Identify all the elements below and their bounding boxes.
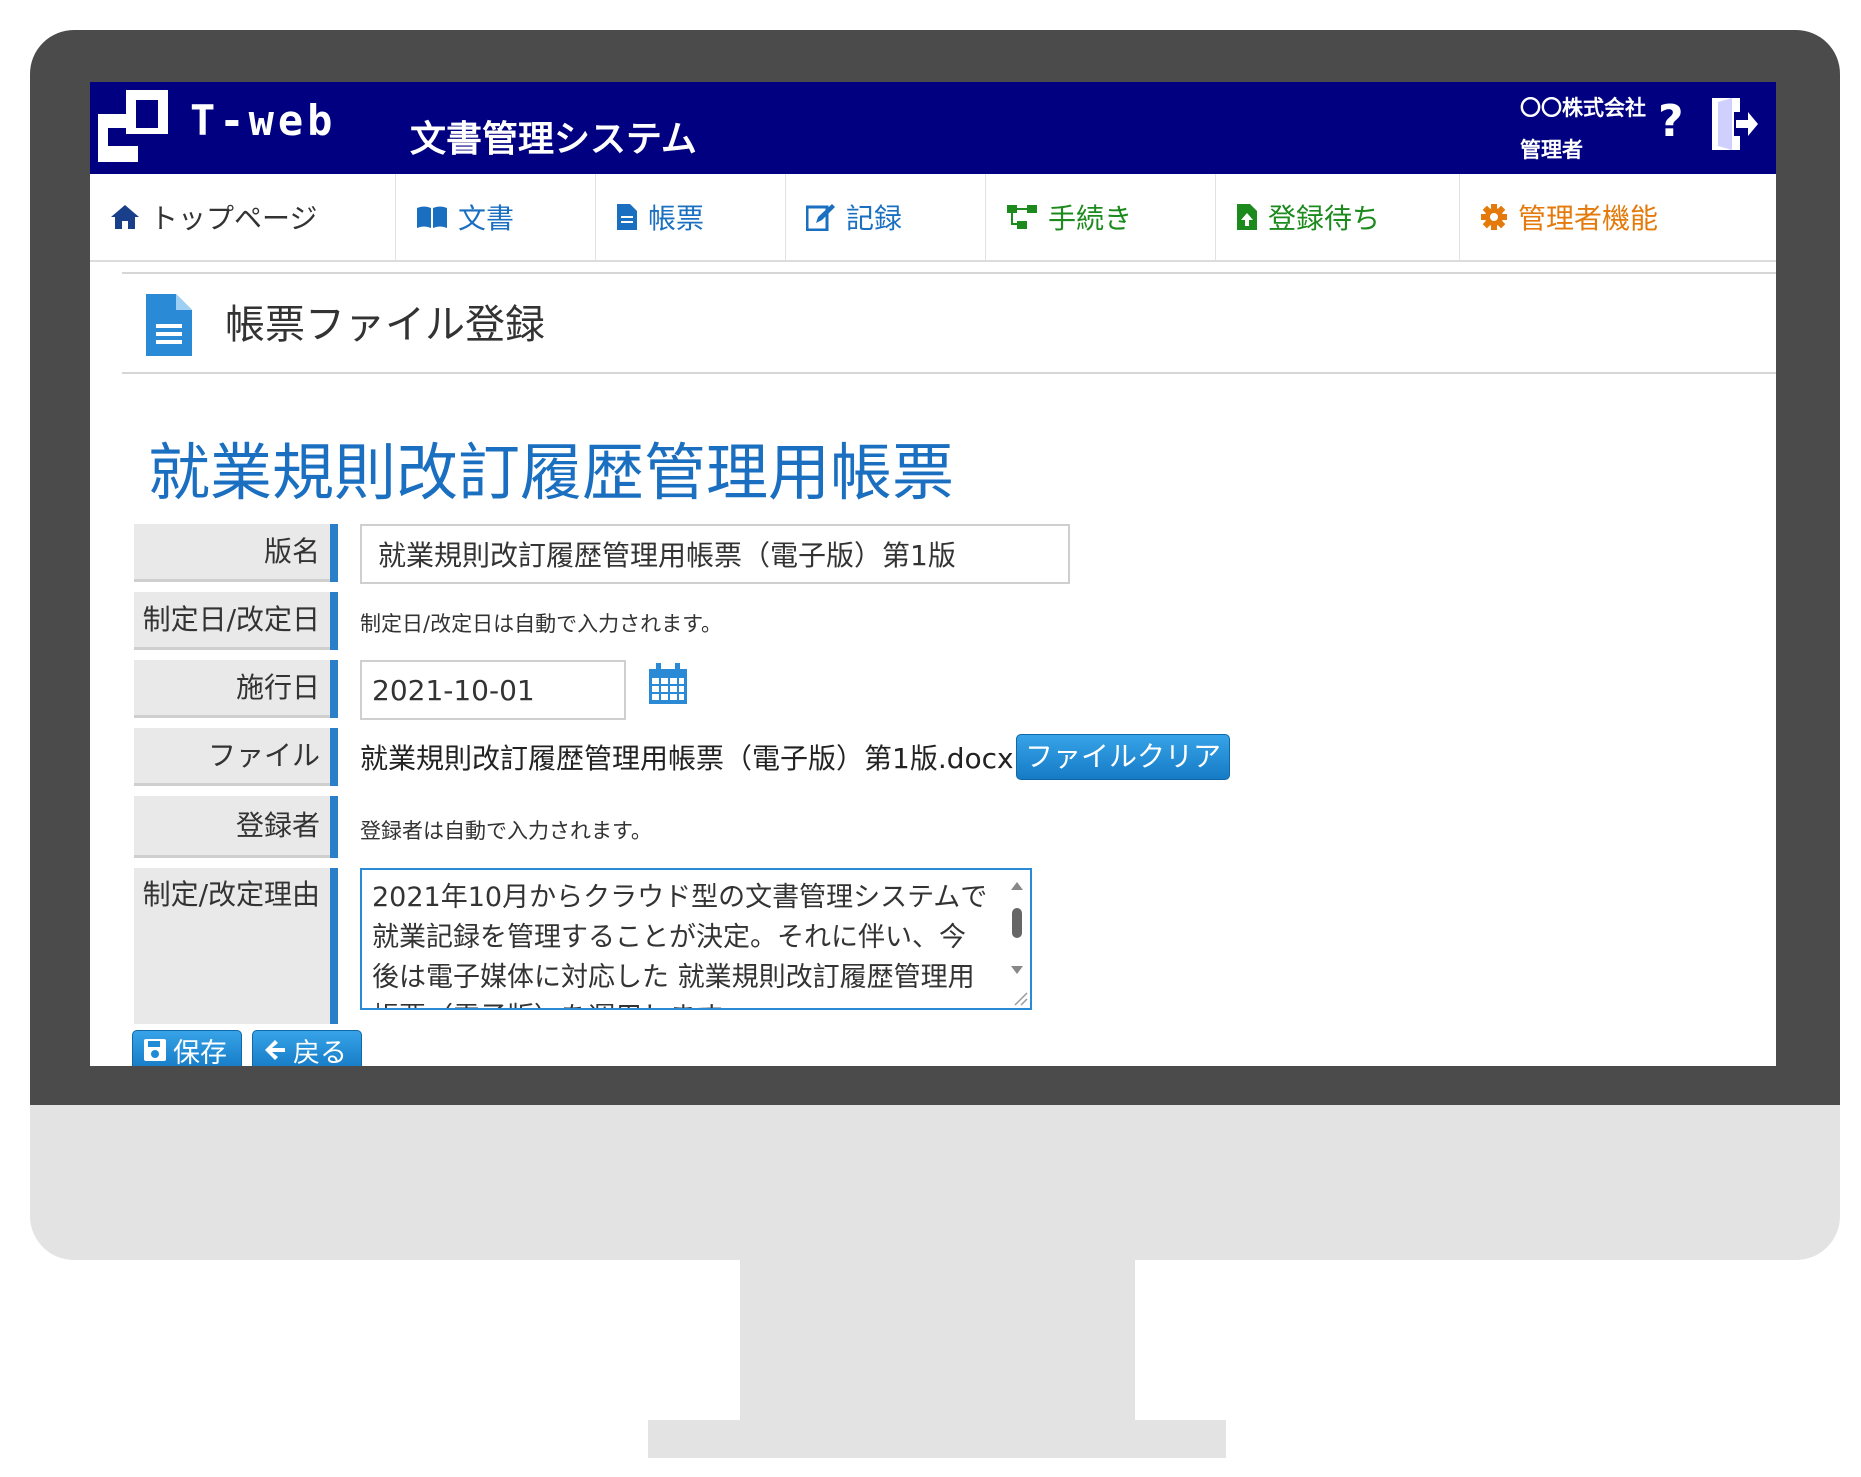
form-title: 就業規則改訂履歴管理用帳票	[148, 436, 955, 509]
date-label: 制定日/改定日	[134, 592, 338, 650]
main-nav: トップページ 文書 帳票 記録 手続き 登録待ち 管理者機能	[90, 174, 1776, 262]
nav-item-pending[interactable]: 登録待ち	[1216, 174, 1460, 260]
label-accent	[330, 660, 338, 718]
company-name: 〇〇株式会社	[1520, 96, 1646, 120]
edition-label: 版名	[134, 524, 338, 582]
save-label: 保存	[173, 1037, 227, 1067]
nav-item-records[interactable]: 記録	[786, 174, 986, 260]
app-header: T-web 文書管理システム 〇〇株式会社 管理者 ?	[90, 82, 1776, 174]
file-name: 就業規則改訂履歴管理用帳票（電子版）第1版.docx	[360, 742, 1014, 775]
reason-value: 2021年10月からクラウド型の文書管理システムで就業記録を管理することが決定。…	[372, 882, 988, 1008]
nav-label: 記録	[846, 202, 903, 235]
calendar-icon[interactable]	[647, 662, 689, 706]
nav-item-top-page[interactable]: トップページ	[90, 174, 396, 260]
file-icon	[617, 204, 637, 230]
label-accent	[330, 524, 338, 582]
textarea-scrollbar[interactable]	[1008, 878, 1026, 978]
effective-date-input[interactable]: 2021-10-01	[360, 660, 626, 720]
home-icon	[111, 205, 139, 229]
reason-textarea[interactable]: 2021年10月からクラウド型の文書管理システムで就業記録を管理することが決定。…	[360, 868, 1032, 1010]
nav-label: 登録待ち	[1268, 202, 1381, 235]
nav-label: 帳票	[648, 202, 705, 235]
file-upload-icon	[1237, 204, 1257, 230]
sitemap-icon	[1007, 205, 1037, 229]
label-accent	[330, 796, 338, 858]
nav-item-forms[interactable]: 帳票	[596, 174, 786, 260]
nav-item-procedures[interactable]: 手続き	[986, 174, 1216, 260]
registrant-note: 登録者は自動で入力されます。	[360, 819, 652, 843]
nav-label: 管理者機能	[1518, 202, 1659, 235]
heading-divider-bottom	[122, 372, 1776, 374]
gear-icon	[1481, 204, 1507, 230]
file-label: ファイル	[134, 728, 338, 786]
back-label: 戻る	[293, 1037, 347, 1067]
save-button[interactable]: 保存	[132, 1030, 242, 1066]
nav-item-admin[interactable]: 管理者機能	[1460, 174, 1776, 260]
save-icon	[144, 1039, 166, 1061]
logo-icon	[98, 90, 168, 162]
label-accent	[330, 592, 338, 650]
book-icon	[417, 206, 447, 228]
nav-label: トップページ	[150, 202, 318, 235]
app-screen: T-web 文書管理システム 〇〇株式会社 管理者 ? トップページ 文書 帳票…	[90, 82, 1776, 1066]
nav-label: 手続き	[1048, 202, 1133, 235]
label-accent	[330, 868, 338, 1024]
resize-grip-icon[interactable]	[1010, 988, 1028, 1006]
file-clear-button[interactable]: ファイルクリア	[1016, 734, 1230, 780]
nav-label: 文書	[458, 202, 515, 235]
logout-icon[interactable]	[1710, 96, 1760, 152]
edition-input[interactable]: 就業規則改訂履歴管理用帳票（電子版）第1版	[360, 524, 1070, 584]
monitor-neck	[740, 1255, 1135, 1425]
help-icon[interactable]: ?	[1658, 96, 1684, 147]
edition-value: 就業規則改訂履歴管理用帳票（電子版）第1版	[378, 539, 956, 572]
effective-date-label: 施行日	[134, 660, 338, 718]
page-title: 帳票ファイル登録	[225, 302, 545, 348]
file-icon	[146, 294, 192, 356]
system-title: 文書管理システム	[410, 119, 697, 160]
user-role: 管理者	[1520, 138, 1583, 162]
monitor-foot	[648, 1420, 1226, 1458]
label-accent	[330, 728, 338, 786]
registrant-label: 登録者	[134, 796, 338, 858]
arrow-left-icon	[265, 1040, 285, 1060]
date-note: 制定日/改定日は自動で入力されます。	[360, 612, 722, 636]
reason-label: 制定/改定理由	[134, 868, 338, 1024]
edit-icon	[806, 204, 835, 231]
back-button[interactable]: 戻る	[252, 1030, 362, 1066]
nav-item-documents[interactable]: 文書	[396, 174, 596, 260]
effective-date-value: 2021-10-01	[372, 673, 535, 707]
brand-name: T-web	[190, 96, 337, 145]
heading-divider-top	[122, 272, 1776, 274]
